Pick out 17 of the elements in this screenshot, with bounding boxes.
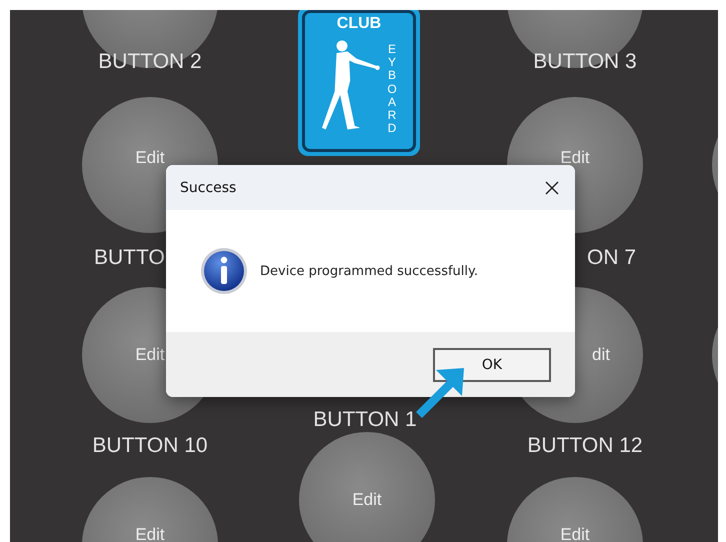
- button-label: BUTTON 3: [533, 50, 637, 74]
- info-icon: [200, 247, 248, 295]
- close-button[interactable]: [543, 178, 561, 196]
- close-icon: [545, 180, 559, 194]
- button-label: BUTTON 12: [527, 434, 643, 458]
- button-label: BUTTON 2: [98, 50, 202, 74]
- logo-text: EYBOARD: [386, 43, 398, 136]
- edit-button[interactable]: Edit: [299, 432, 435, 542]
- ok-button[interactable]: OK: [433, 348, 551, 382]
- button-label: BUTTO: [94, 246, 165, 270]
- dialog-message: Device programmed successfully.: [260, 264, 478, 278]
- logo-text: CLUB: [336, 15, 382, 33]
- edit-button[interactable]: Edit: [82, 477, 218, 542]
- button-label: BUTTON 1: [313, 408, 417, 432]
- button-label: ON 7: [587, 246, 636, 270]
- edit-button[interactable]: Edit: [507, 477, 643, 542]
- button-label: BUTTON 10: [92, 434, 208, 458]
